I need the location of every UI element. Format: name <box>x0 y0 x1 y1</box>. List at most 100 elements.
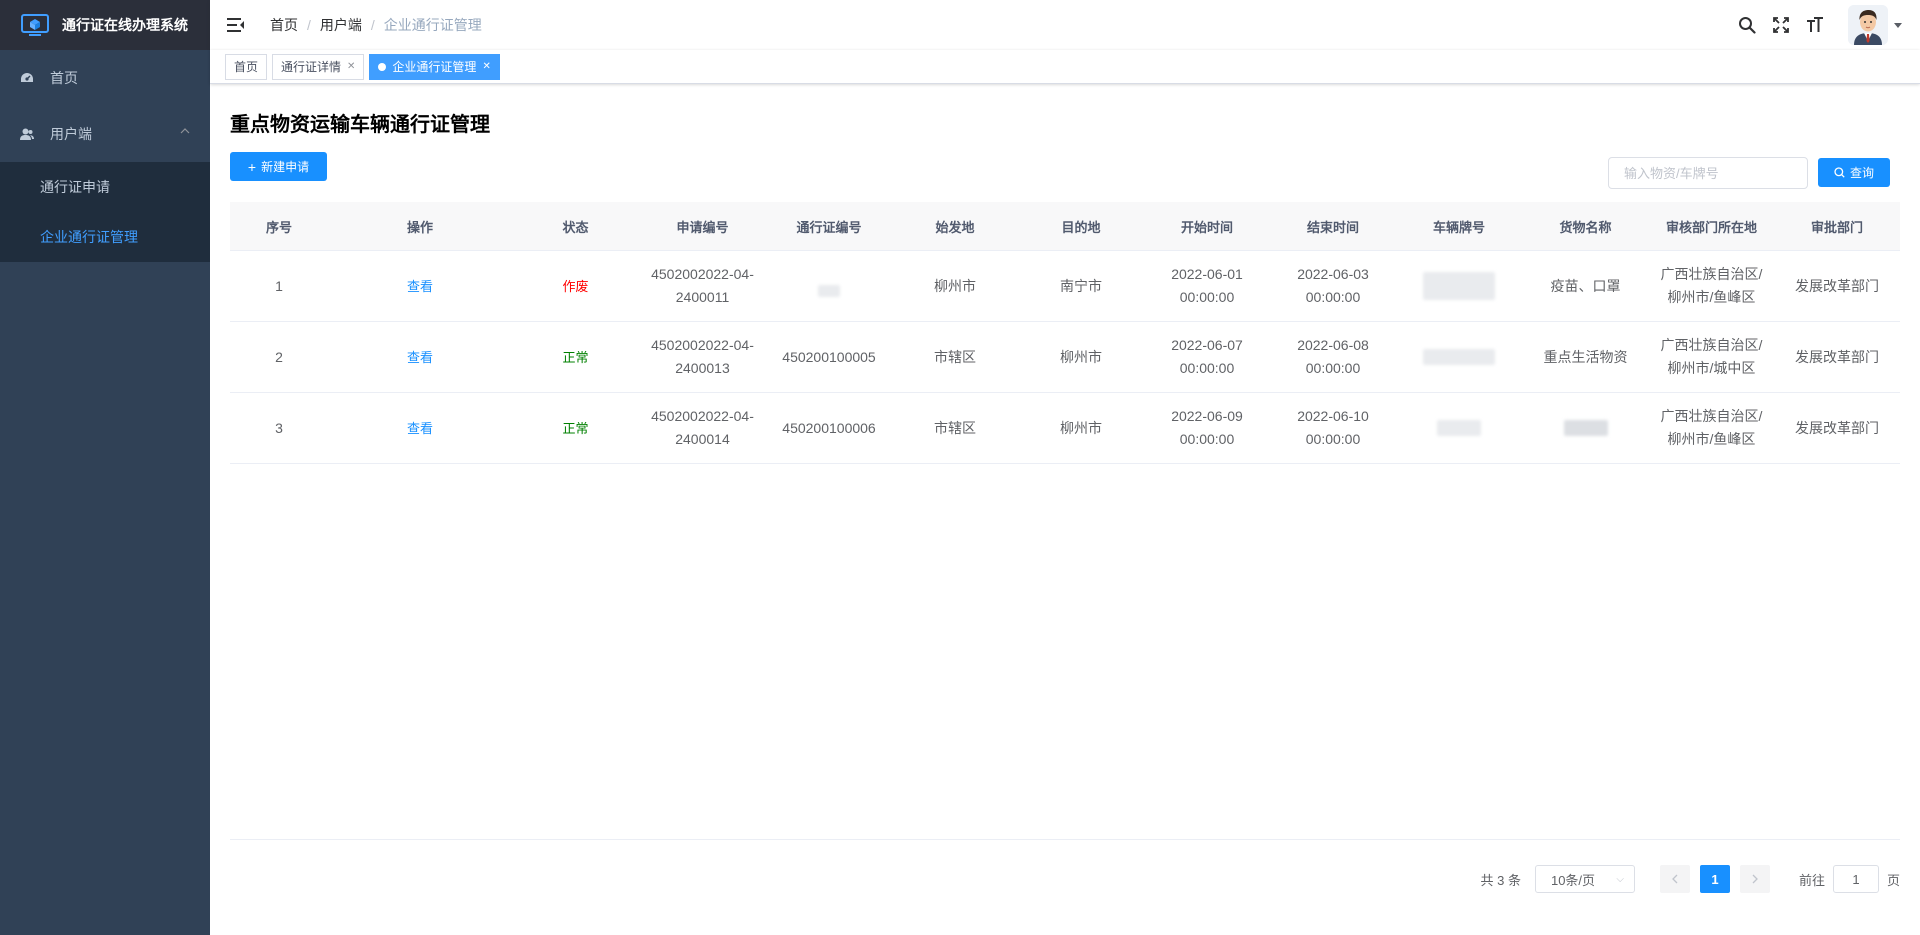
redacted-permit-no <box>818 285 840 297</box>
column-header: 车辆牌号 <box>1432 219 1485 235</box>
cell-end-time: 2022-06-10 00:00:00 <box>1297 408 1369 447</box>
tags-view: 首页 通行证详情 ✕ 企业通行证管理 ✕ <box>210 50 1920 84</box>
logo-area[interactable]: 通行证在线办理系统 <box>0 0 210 50</box>
close-icon[interactable]: ✕ <box>347 55 355 79</box>
chevron-right-icon <box>1752 874 1758 884</box>
column-header: 状态 <box>562 219 589 235</box>
navbar: 首页 / 用户端 / 企业通行证管理 <box>210 0 1920 50</box>
cell-permit-no: 450200100006 <box>782 419 876 436</box>
goto-page-input[interactable] <box>1832 865 1879 893</box>
breadcrumb: 首页 / 用户端 / 企业通行证管理 <box>270 15 482 35</box>
fullscreen-icon[interactable] <box>1772 16 1790 34</box>
font-size-icon[interactable] <box>1806 16 1824 34</box>
table-row: 2 查看 正常 4502002022-04-2400013 4502001000… <box>230 322 1900 393</box>
status-badge: 正常 <box>562 420 589 436</box>
cell-goods: 重点生活物资 <box>1543 348 1628 365</box>
menu-fold-icon[interactable] <box>227 17 245 33</box>
cell-index: 2 <box>275 348 283 365</box>
cell-action: 查看 <box>328 251 512 321</box>
column-header: 目的地 <box>1061 219 1101 235</box>
plus-icon: + <box>247 158 257 175</box>
total-count: 共 3 条 <box>1480 872 1521 888</box>
sidebar: 通行证在线办理系统 首页 用户端 通行证申请 企业通行证管理 <box>0 0 210 935</box>
cell-status: 正常 <box>512 393 639 463</box>
divider <box>230 839 1900 840</box>
sidebar-item-home[interactable]: 首页 <box>0 50 210 106</box>
column-header: 通行证编号 <box>796 219 862 235</box>
new-application-button[interactable]: + 新建申请 <box>230 152 327 181</box>
right-menu <box>1738 0 1920 50</box>
status-badge: 作废 <box>562 278 589 294</box>
redacted-plate <box>1423 272 1495 300</box>
column-header: 开始时间 <box>1180 219 1233 235</box>
submenu-user: 通行证申请 企业通行证管理 <box>0 162 210 262</box>
cell-apply-no: 4502002022-04-2400013 <box>651 337 754 376</box>
page-number-1[interactable]: 1 <box>1699 865 1730 893</box>
cell-permit-no: 450200100005 <box>782 348 876 365</box>
breadcrumb-item-home[interactable]: 首页 <box>270 15 298 35</box>
prev-page-button[interactable] <box>1659 865 1690 893</box>
user-avatar-dropdown[interactable] <box>1848 5 1902 45</box>
view-link[interactable]: 查看 <box>407 346 433 369</box>
sidebar-item-enterprise-permit[interactable]: 企业通行证管理 <box>0 212 210 262</box>
permit-table: 序号 操作 状态 申请编号 通行证编号 始发地 目的地 开始时间 结束时间 车辆… <box>230 202 1900 464</box>
status-badge: 正常 <box>562 349 589 365</box>
table-header: 序号 操作 状态 申请编号 通行证编号 始发地 目的地 开始时间 结束时间 车辆… <box>230 202 1900 251</box>
query-button[interactable]: 查询 <box>1818 158 1890 187</box>
sidebar-item-permit-apply[interactable]: 通行证申请 <box>0 162 210 212</box>
cell-from: 柳州市 <box>934 277 976 294</box>
main-content: 重点物资运输车辆通行证管理 + 新建申请 查询 序号 操作 状态 申请编号 通行… <box>210 84 1920 935</box>
active-dot-icon <box>378 62 387 71</box>
column-header: 序号 <box>265 219 292 235</box>
column-header: 货物名称 <box>1559 219 1612 235</box>
search-icon[interactable] <box>1738 16 1756 34</box>
cell-dept: 发展改革部门 <box>1795 277 1879 294</box>
cell-dept: 发展改革部门 <box>1795 419 1879 436</box>
chevron-up-icon <box>180 128 190 134</box>
cell-start-time: 2022-06-09 00:00:00 <box>1171 408 1243 447</box>
next-page-button[interactable] <box>1739 865 1770 893</box>
cell-action: 查看 <box>328 322 512 392</box>
cell-end-time: 2022-06-03 00:00:00 <box>1297 266 1369 305</box>
cell-status: 正常 <box>512 322 639 392</box>
view-link[interactable]: 查看 <box>407 275 433 298</box>
page-size-value: 10条/页 <box>1550 872 1596 888</box>
button-label: 查询 <box>1849 166 1874 180</box>
cell-to: 柳州市 <box>1060 419 1102 436</box>
cell-action: 查看 <box>328 393 512 463</box>
goto-page: 前往 页 <box>1799 865 1900 893</box>
app-title: 通行证在线办理系统 <box>62 17 188 33</box>
breadcrumb-separator: / <box>370 17 375 33</box>
sidebar-item-label: 企业通行证管理 <box>40 229 138 245</box>
tag-home[interactable]: 首页 <box>225 53 268 80</box>
close-icon[interactable]: ✕ <box>482 55 490 79</box>
cell-location: 广西壮族自治区/柳州市/城中区 <box>1660 337 1763 376</box>
view-link[interactable]: 查看 <box>407 417 433 440</box>
cell-goods: 疫苗、口罩 <box>1550 277 1621 294</box>
pagination: 共 3 条 10条/页 ⌵ 1 前往 页 <box>1480 864 1900 894</box>
cell-plate <box>1396 251 1522 321</box>
redacted-plate <box>1437 420 1481 436</box>
cell-apply-no: 4502002022-04-2400014 <box>651 408 754 447</box>
search-input[interactable] <box>1608 157 1808 189</box>
tag-enterprise-permit[interactable]: 企业通行证管理 ✕ <box>369 53 500 80</box>
chevron-down-icon: ⌵ <box>1616 873 1624 885</box>
column-header: 审批部门 <box>1810 219 1863 235</box>
breadcrumb-separator: / <box>307 17 311 33</box>
table-row: 1 查看 作废 4502002022-04-2400011 柳州市 南宁市 20… <box>230 251 1900 322</box>
tag-permit-detail[interactable]: 通行证详情 ✕ <box>272 53 365 80</box>
sidebar-item-user[interactable]: 用户端 <box>0 106 210 162</box>
breadcrumb-item-user[interactable]: 用户端 <box>320 15 362 35</box>
page-size-select[interactable]: 10条/页 ⌵ <box>1534 865 1635 893</box>
goto-label: 前往 <box>1798 872 1825 888</box>
cell-from: 市辖区 <box>934 348 976 365</box>
cell-apply-no: 4502002022-04-2400011 <box>651 266 754 305</box>
cell-dept: 发展改革部门 <box>1795 348 1879 365</box>
chevron-left-icon <box>1672 874 1678 884</box>
redacted-goods <box>1563 420 1608 436</box>
cell-plate <box>1396 393 1522 463</box>
redacted-plate <box>1423 349 1495 365</box>
cell-from: 市辖区 <box>934 419 976 436</box>
cell-status: 作废 <box>512 251 639 321</box>
breadcrumb-item-current: 企业通行证管理 <box>383 17 482 33</box>
